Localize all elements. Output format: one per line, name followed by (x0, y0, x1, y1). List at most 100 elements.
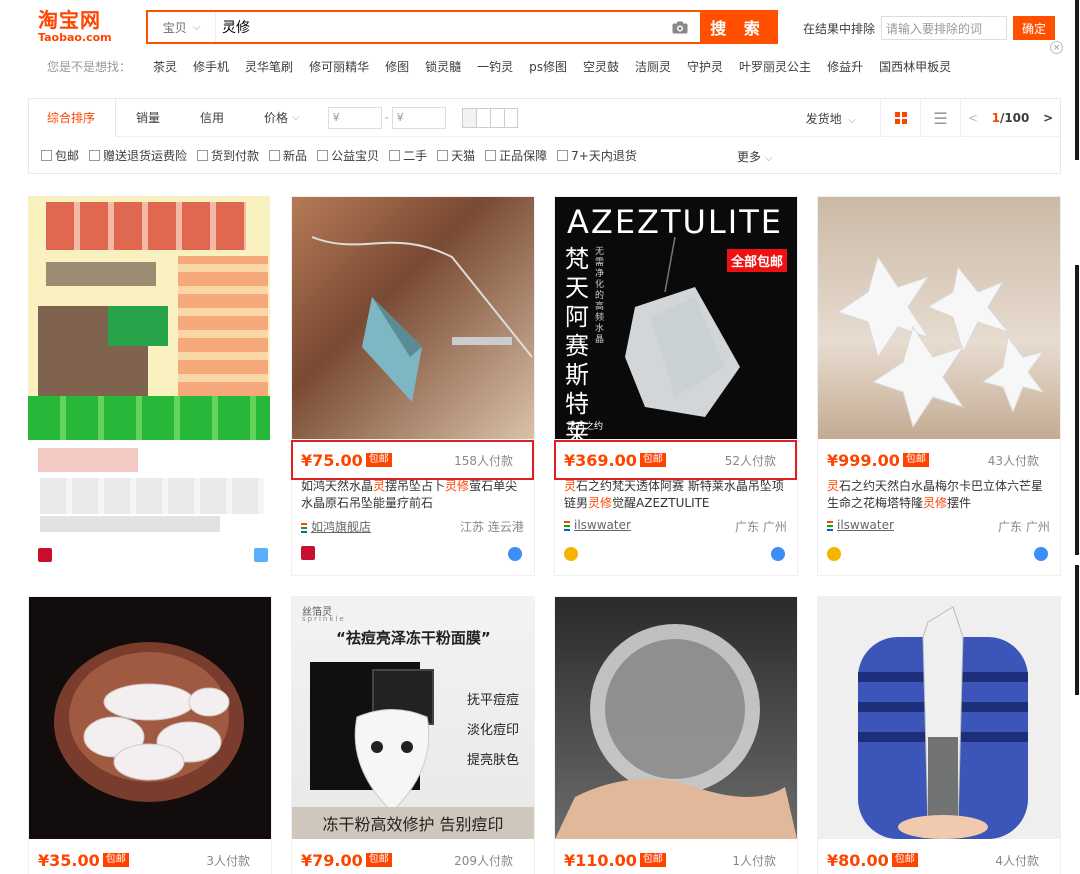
suggestion-item[interactable]: 修可丽精华 (309, 58, 369, 75)
filter-tmall[interactable]: 天猫 (437, 147, 475, 164)
more-filters-button[interactable]: 更多 ⌵ (737, 148, 772, 165)
price-range-slider[interactable] (461, 107, 518, 128)
location: 江苏 连云港 (460, 520, 524, 534)
price-to-input[interactable]: ¥ (391, 106, 446, 129)
suggestion-item[interactable]: 茶灵 (153, 58, 177, 75)
service-icon (771, 547, 785, 561)
image-brand: 灵石之约 (567, 422, 604, 432)
search-scope-label: 宝贝 (162, 20, 187, 35)
image-title: “祛痘亮泽冻干粉面膜” (336, 629, 491, 647)
next-page-icon[interactable]: > (1043, 111, 1053, 125)
sales-count: 4人付款 (995, 853, 1039, 868)
product-title[interactable]: 灵石之约梵天透体阿赛 斯特莱水晶吊坠项链男灵修觉醒AZEZTULITE (564, 478, 789, 512)
suggestion-item[interactable]: 洁厕灵 (635, 58, 671, 75)
product-image (292, 197, 534, 439)
page-current: 1 (991, 111, 1000, 125)
service-icon (508, 547, 522, 561)
suggestion-item[interactable]: 修手机 (193, 58, 229, 75)
product-image (29, 597, 271, 839)
page-total: /100 (999, 111, 1030, 125)
price-from-input[interactable]: ¥ (327, 106, 382, 129)
product-title[interactable]: 如鸿天然水晶灵摆吊坠占卜灵修萤石单尖水晶原石吊坠能量疗前石 (301, 478, 526, 512)
search-input[interactable]: 灵修 (216, 12, 660, 42)
suggestion-item[interactable]: 空灵鼓 (583, 58, 619, 75)
price-row: ¥80.00 包邮 4人付款 (827, 842, 1049, 874)
exclude-input[interactable]: 请输入要排除的词 (881, 16, 1008, 40)
shop-link[interactable]: 如鸿旗舰店 (301, 518, 371, 535)
ship-from-select[interactable]: 发货地 ⌵ (806, 110, 856, 127)
price: ¥35.00 (38, 850, 100, 870)
suggestion-label: 您是不是想找： (47, 60, 132, 74)
price: ¥75.00 (301, 450, 363, 470)
product-card[interactable] (554, 596, 798, 874)
product-card[interactable] (28, 196, 272, 576)
chevron-down-icon: ⌵ (292, 112, 300, 123)
sort-tab-price-label: 价格 (264, 111, 289, 125)
taobao-search-page: 淘宝网 Taobao.com 宝贝 ⌵ 灵修 搜 索 在结果中排除 请输入要排除… (0, 0, 1080, 874)
logo-en: Taobao.com (38, 31, 112, 44)
list-view-icon[interactable]: ☰ (920, 99, 960, 137)
sales-count: 158人付款 (454, 453, 513, 468)
search-bar: 宝贝 ⌵ 灵修 搜 索 (146, 10, 778, 44)
shop-link[interactable]: ilswwater (827, 518, 894, 532)
close-icon[interactable]: × (1050, 41, 1063, 54)
filter-genuine[interactable]: 正品保障 (485, 147, 547, 164)
ship-from-label: 发货地 (805, 111, 842, 126)
suggestion-item[interactable]: 叶罗丽灵公主 (739, 58, 811, 75)
sort-tab-default[interactable]: 综合排序 (29, 98, 117, 137)
product-card[interactable]: 丝箔灵 sprinkle “祛痘亮泽冻干粉面膜” 抚平痘痘 淡化痘印 提亮肤色 … (291, 596, 535, 874)
image-point: 抚平痘痘 (467, 693, 520, 708)
filter-second-hand[interactable]: 二手 (389, 147, 427, 164)
suggestion-item[interactable]: 修益升 (827, 58, 863, 75)
tmall-shop-icon (301, 546, 315, 560)
camera-icon[interactable] (660, 12, 700, 42)
filter-cash-on-delivery[interactable]: 货到付款 (197, 147, 259, 164)
service-icon (1034, 547, 1048, 561)
filter-7day-return[interactable]: 7+天内退货 (557, 147, 637, 164)
exclude-confirm-button[interactable]: 确定 (1013, 16, 1056, 40)
filter-free-shipping[interactable]: 包邮 (41, 147, 79, 164)
sort-tab-price[interactable]: 价格 ⌵ (244, 99, 320, 137)
suggestion-item[interactable]: 修图 (385, 58, 409, 75)
suggestion-item[interactable]: 锁灵髓 (425, 58, 461, 75)
suggestion-item[interactable]: ps修图 (529, 58, 567, 75)
suggestion-item[interactable]: 一钓灵 (477, 58, 513, 75)
sort-tab-sales[interactable]: 销量 (116, 99, 180, 137)
taobao-logo[interactable]: 淘宝网 Taobao.com (38, 9, 118, 47)
product-image (818, 197, 1060, 439)
product-image (818, 597, 1060, 839)
filter-new[interactable]: 新品 (269, 147, 307, 164)
sales-count: 52人付款 (724, 453, 776, 468)
free-shipping-badge: 包邮 (639, 853, 666, 867)
filter-return-insurance[interactable]: 赠送退货运费险 (89, 147, 187, 164)
price: ¥80.00 (827, 850, 889, 870)
price-row: ¥369.00 包邮 52人付款 (564, 442, 786, 478)
product-card[interactable] (817, 596, 1061, 874)
price-range-dash: - (384, 111, 389, 124)
suggestion-item[interactable]: 守护灵 (687, 58, 723, 75)
sales-count: 3人付款 (206, 853, 250, 868)
seller-level-icon (564, 547, 578, 561)
product-card[interactable] (28, 596, 272, 874)
product-image-pixelated (28, 196, 270, 440)
filter-charity[interactable]: 公益宝贝 (317, 147, 379, 164)
sales-count: 43人付款 (987, 453, 1039, 468)
free-shipping-badge: 包邮 (365, 453, 392, 467)
prev-page-icon[interactable]: < (968, 111, 978, 125)
search-scope-select[interactable]: 宝贝 ⌵ (148, 12, 216, 42)
suggestion-item[interactable]: 国西林甲板灵 (879, 58, 951, 75)
search-button[interactable]: 搜 索 (700, 12, 776, 42)
shop-link[interactable]: ilswwater (564, 518, 631, 532)
location: 广东 广州 (998, 520, 1050, 534)
suggestion-item[interactable]: 灵华笔刷 (245, 58, 293, 75)
product-title[interactable]: 灵石之约天然白水晶梅尔卡巴立体六芒星生命之花梅塔特隆灵修摆件 (827, 478, 1052, 512)
price-row: ¥79.00 包邮 209人付款 (301, 842, 523, 874)
free-shipping-badge: 包邮 (102, 853, 129, 867)
chevron-down-icon: ⌵ (192, 21, 201, 33)
free-shipping-badge: 包邮 (365, 853, 392, 867)
shop-icon (38, 548, 52, 562)
price-row: ¥75.00 包邮 158人付款 (301, 442, 523, 478)
grid-view-icon[interactable] (880, 99, 920, 137)
seller-level-icon (827, 547, 841, 561)
sort-tab-credit[interactable]: 信用 (180, 99, 244, 137)
